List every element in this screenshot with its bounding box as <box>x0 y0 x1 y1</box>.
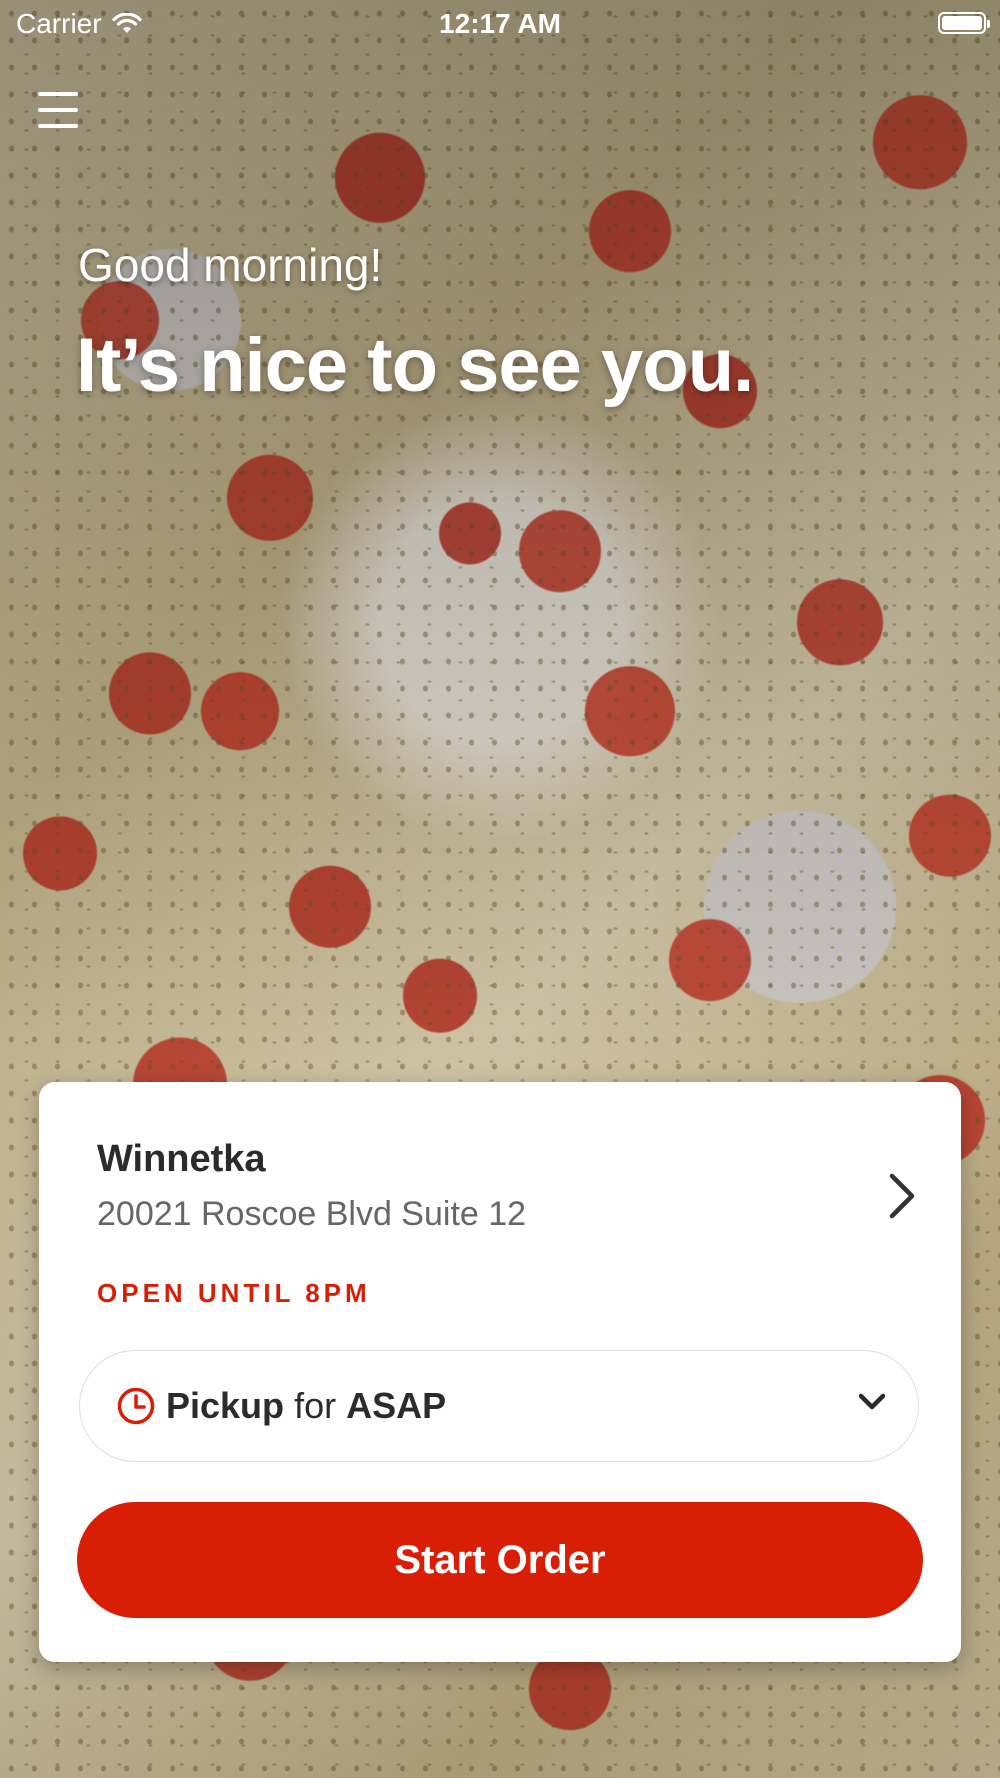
menu-line <box>38 124 78 128</box>
status-bar: Carrier 12:17 AM <box>0 0 1000 50</box>
location-selector[interactable]: Winnetka 20021 Roscoe Blvd Suite 12 <box>97 1138 917 1234</box>
clock-icon <box>116 1386 156 1426</box>
location-address: 20021 Roscoe Blvd Suite 12 <box>97 1195 527 1233</box>
menu-line <box>38 108 78 112</box>
chevron-right-icon <box>887 1172 917 1225</box>
order-mode-connector: for <box>294 1385 337 1426</box>
hamburger-menu-icon[interactable] <box>38 92 78 128</box>
order-card: Winnetka 20021 Roscoe Blvd Suite 12 OPEN… <box>39 1082 961 1662</box>
start-order-button[interactable]: Start Order <box>77 1502 923 1618</box>
order-mode-type: Pickup <box>166 1385 285 1426</box>
chevron-down-icon <box>858 1393 886 1411</box>
order-mode-time: ASAP <box>346 1385 447 1426</box>
battery-icon <box>938 12 990 34</box>
greeting-text: Good morning! <box>78 239 383 291</box>
order-mode-text: Pickup for ASAP <box>166 1385 446 1427</box>
location-name: Winnetka <box>97 1138 266 1180</box>
menu-line <box>38 92 78 96</box>
status-time: 12:17 AM <box>439 8 561 39</box>
headline-text: It’s nice to see you. <box>76 323 754 408</box>
order-mode-dropdown[interactable]: Pickup for ASAP <box>79 1350 919 1462</box>
hours-status: OPEN UNTIL 8PM <box>97 1278 371 1308</box>
